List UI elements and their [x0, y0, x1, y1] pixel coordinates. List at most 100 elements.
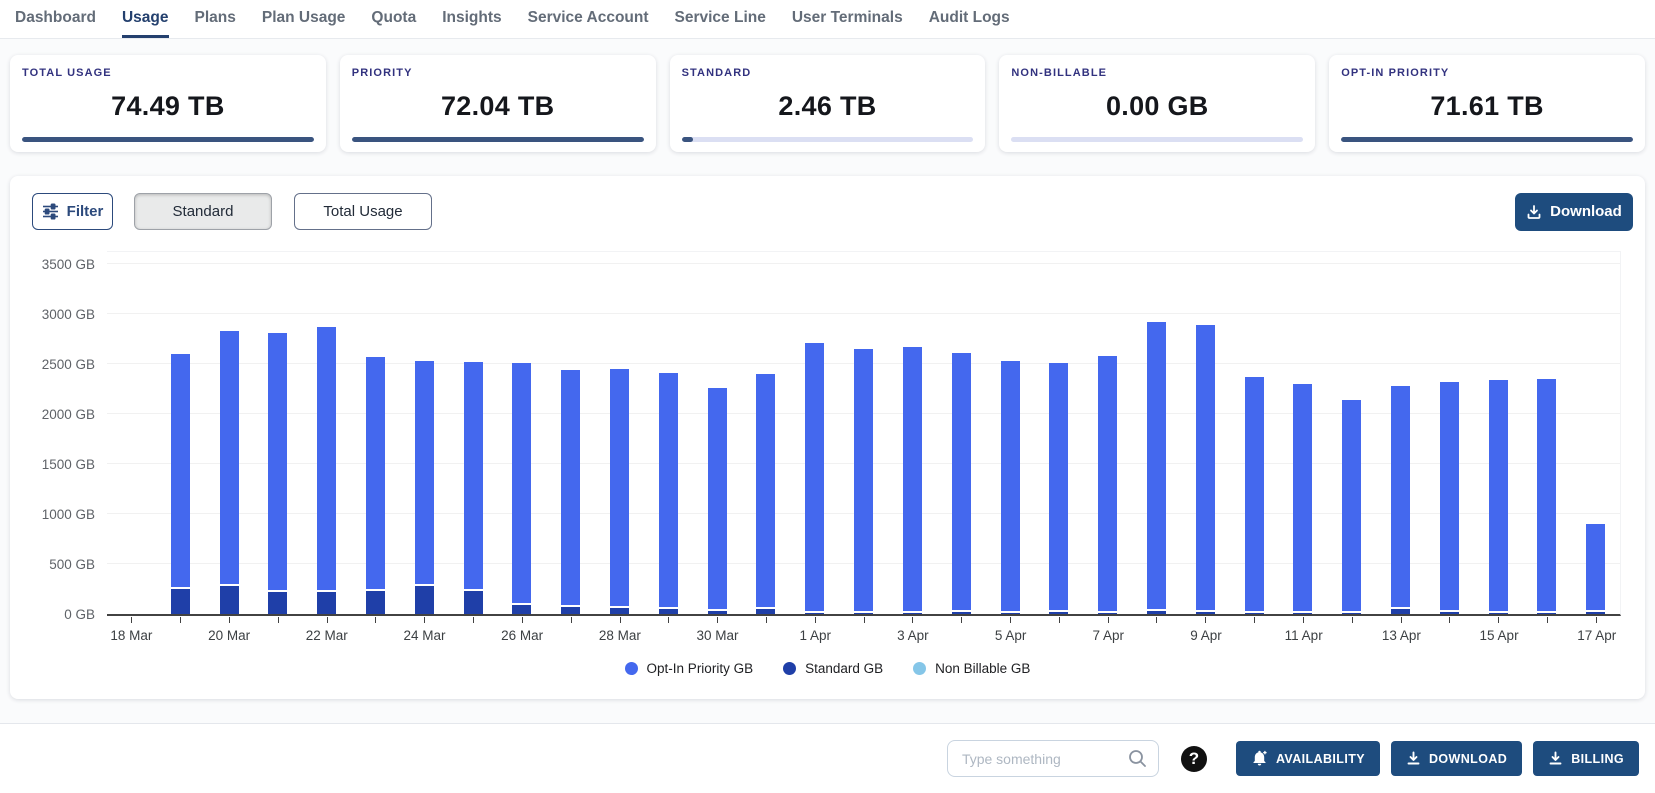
- nav-item-service-account[interactable]: Service Account: [528, 9, 649, 38]
- bar-10-apr[interactable]: [1245, 377, 1264, 614]
- x-axis-date-label: [1328, 628, 1377, 643]
- bar-24-mar[interactable]: [415, 361, 434, 615]
- day-slot: [498, 252, 547, 614]
- x-axis-tick: [1596, 617, 1597, 623]
- x-axis-date-label: [254, 628, 303, 643]
- footer-button-label: AVAILABILITY: [1276, 752, 1365, 766]
- bar-27-mar[interactable]: [561, 370, 580, 614]
- stat-card-label: NON-BILLABLE: [1011, 67, 1303, 79]
- nav-item-quota[interactable]: Quota: [371, 9, 416, 38]
- availability-button[interactable]: AVAILABILITY: [1236, 741, 1380, 776]
- nav-item-dashboard[interactable]: Dashboard: [15, 9, 96, 38]
- bar-segment-standard: [1049, 612, 1068, 614]
- bar-segment-standard: [708, 611, 727, 614]
- bar-segment-standard: [1245, 613, 1264, 615]
- bar-segment-opt-in-priority: [561, 370, 580, 605]
- x-axis-date-label: 1 Apr: [791, 628, 840, 643]
- legend-dot-icon: [625, 662, 638, 675]
- filter-sliders-icon: [42, 203, 59, 220]
- legend-item-opt-in-priority-gb: Opt-In Priority GB: [625, 661, 754, 676]
- bar-15-apr[interactable]: [1489, 380, 1508, 614]
- bar-segment-standard: [1489, 613, 1508, 615]
- bar-3-apr[interactable]: [903, 347, 922, 614]
- bar-segment-standard: [952, 612, 971, 615]
- x-axis-tick: [1205, 617, 1206, 623]
- filter-button[interactable]: Filter: [32, 193, 113, 230]
- toggle-standard-button[interactable]: Standard: [134, 193, 272, 230]
- day-slot: [156, 252, 205, 614]
- bar-7-apr[interactable]: [1098, 356, 1117, 615]
- x-axis-tick: [375, 617, 376, 623]
- y-axis-label: 0 GB: [21, 607, 95, 622]
- stat-progress-fill: [1341, 137, 1633, 142]
- stat-progress-track: [1011, 137, 1303, 142]
- bar-20-mar[interactable]: [220, 331, 239, 615]
- stats-row: TOTAL USAGE74.49 TBPRIORITY72.04 TBSTAND…: [10, 55, 1645, 152]
- bar-5-apr[interactable]: [1001, 361, 1020, 615]
- nav-item-insights[interactable]: Insights: [442, 9, 501, 38]
- top-nav: Dashboard Usage Plans Plan Usage Quota Insigh…: [0, 0, 1655, 39]
- x-axis-date-label: 3 Apr: [889, 628, 938, 643]
- bar-segment-opt-in-priority: [1342, 400, 1361, 611]
- nav-item-user-terminals[interactable]: User Terminals: [792, 9, 903, 38]
- bar-4-apr[interactable]: [952, 353, 971, 614]
- stat-progress-fill: [682, 137, 694, 142]
- help-button[interactable]: ?: [1181, 746, 1207, 772]
- x-axis-date-label: [742, 628, 791, 643]
- x-axis-date-label: 9 Apr: [1182, 628, 1231, 643]
- download-button[interactable]: DOWNLOAD: [1391, 741, 1522, 776]
- bar-26-mar[interactable]: [512, 363, 531, 615]
- nav-item-plan-usage[interactable]: Plan Usage: [262, 9, 346, 38]
- bar-segment-opt-in-priority: [1293, 384, 1312, 612]
- stat-progress-track: [22, 137, 314, 142]
- bar-segment-standard: [1342, 613, 1361, 615]
- bar-14-apr[interactable]: [1440, 382, 1459, 614]
- billing-button[interactable]: BILLING: [1533, 741, 1639, 776]
- bar-1-apr[interactable]: [805, 343, 824, 615]
- x-axis-tick: [1108, 617, 1109, 623]
- bar-17-apr[interactable]: [1586, 524, 1605, 614]
- nav-item-plans[interactable]: Plans: [195, 9, 236, 38]
- nav-item-usage[interactable]: Usage: [122, 9, 169, 38]
- nav-item-audit-logs[interactable]: Audit Logs: [929, 9, 1010, 38]
- bar-16-apr[interactable]: [1537, 379, 1556, 614]
- y-axis-label: 2500 GB: [21, 357, 95, 372]
- bar-25-mar[interactable]: [464, 362, 483, 614]
- day-slot: [400, 252, 449, 614]
- bar-21-mar[interactable]: [268, 333, 287, 614]
- bar-19-mar[interactable]: [171, 354, 190, 614]
- x-axis-date-label: 5 Apr: [986, 628, 1035, 643]
- x-axis-date-label: [351, 628, 400, 643]
- day-slot: [742, 252, 791, 614]
- bar-8-apr[interactable]: [1147, 322, 1166, 614]
- nav-item-service-line[interactable]: Service Line: [675, 9, 766, 38]
- bar-segment-standard: [1196, 612, 1215, 614]
- legend-label: Standard GB: [805, 661, 883, 676]
- bar-6-apr[interactable]: [1049, 363, 1068, 614]
- bar-31-mar[interactable]: [756, 374, 775, 614]
- chart-plot-area: 0 GB500 GB1000 GB1500 GB2000 GB2500 GB30…: [107, 251, 1621, 616]
- bar-30-mar[interactable]: [708, 388, 727, 615]
- legend-label: Opt-In Priority GB: [647, 661, 754, 676]
- x-axis-date-label: 18 Mar: [107, 628, 156, 643]
- bar-2-apr[interactable]: [854, 349, 873, 615]
- bar-9-apr[interactable]: [1196, 325, 1215, 614]
- toggle-total-usage-button[interactable]: Total Usage: [294, 193, 432, 230]
- bar-28-mar[interactable]: [610, 369, 629, 615]
- x-axis-date-label: 7 Apr: [1084, 628, 1133, 643]
- search-icon[interactable]: [1127, 748, 1148, 769]
- chart-download-button[interactable]: Download: [1515, 193, 1633, 231]
- bar-11-apr[interactable]: [1293, 384, 1312, 615]
- bar-12-apr[interactable]: [1342, 400, 1361, 614]
- x-axis-date-label: [840, 628, 889, 643]
- day-slot: [1327, 252, 1376, 614]
- bar-23-mar[interactable]: [366, 357, 385, 615]
- bar-29-mar[interactable]: [659, 373, 678, 615]
- bar-segment-standard: [317, 592, 336, 615]
- bar-13-apr[interactable]: [1391, 386, 1410, 615]
- bar-segment-standard: [1440, 612, 1459, 614]
- bar-22-mar[interactable]: [317, 327, 336, 614]
- x-axis-date-label: 26 Mar: [498, 628, 547, 643]
- day-slot: [1474, 252, 1523, 614]
- bar-segment-opt-in-priority: [659, 373, 678, 607]
